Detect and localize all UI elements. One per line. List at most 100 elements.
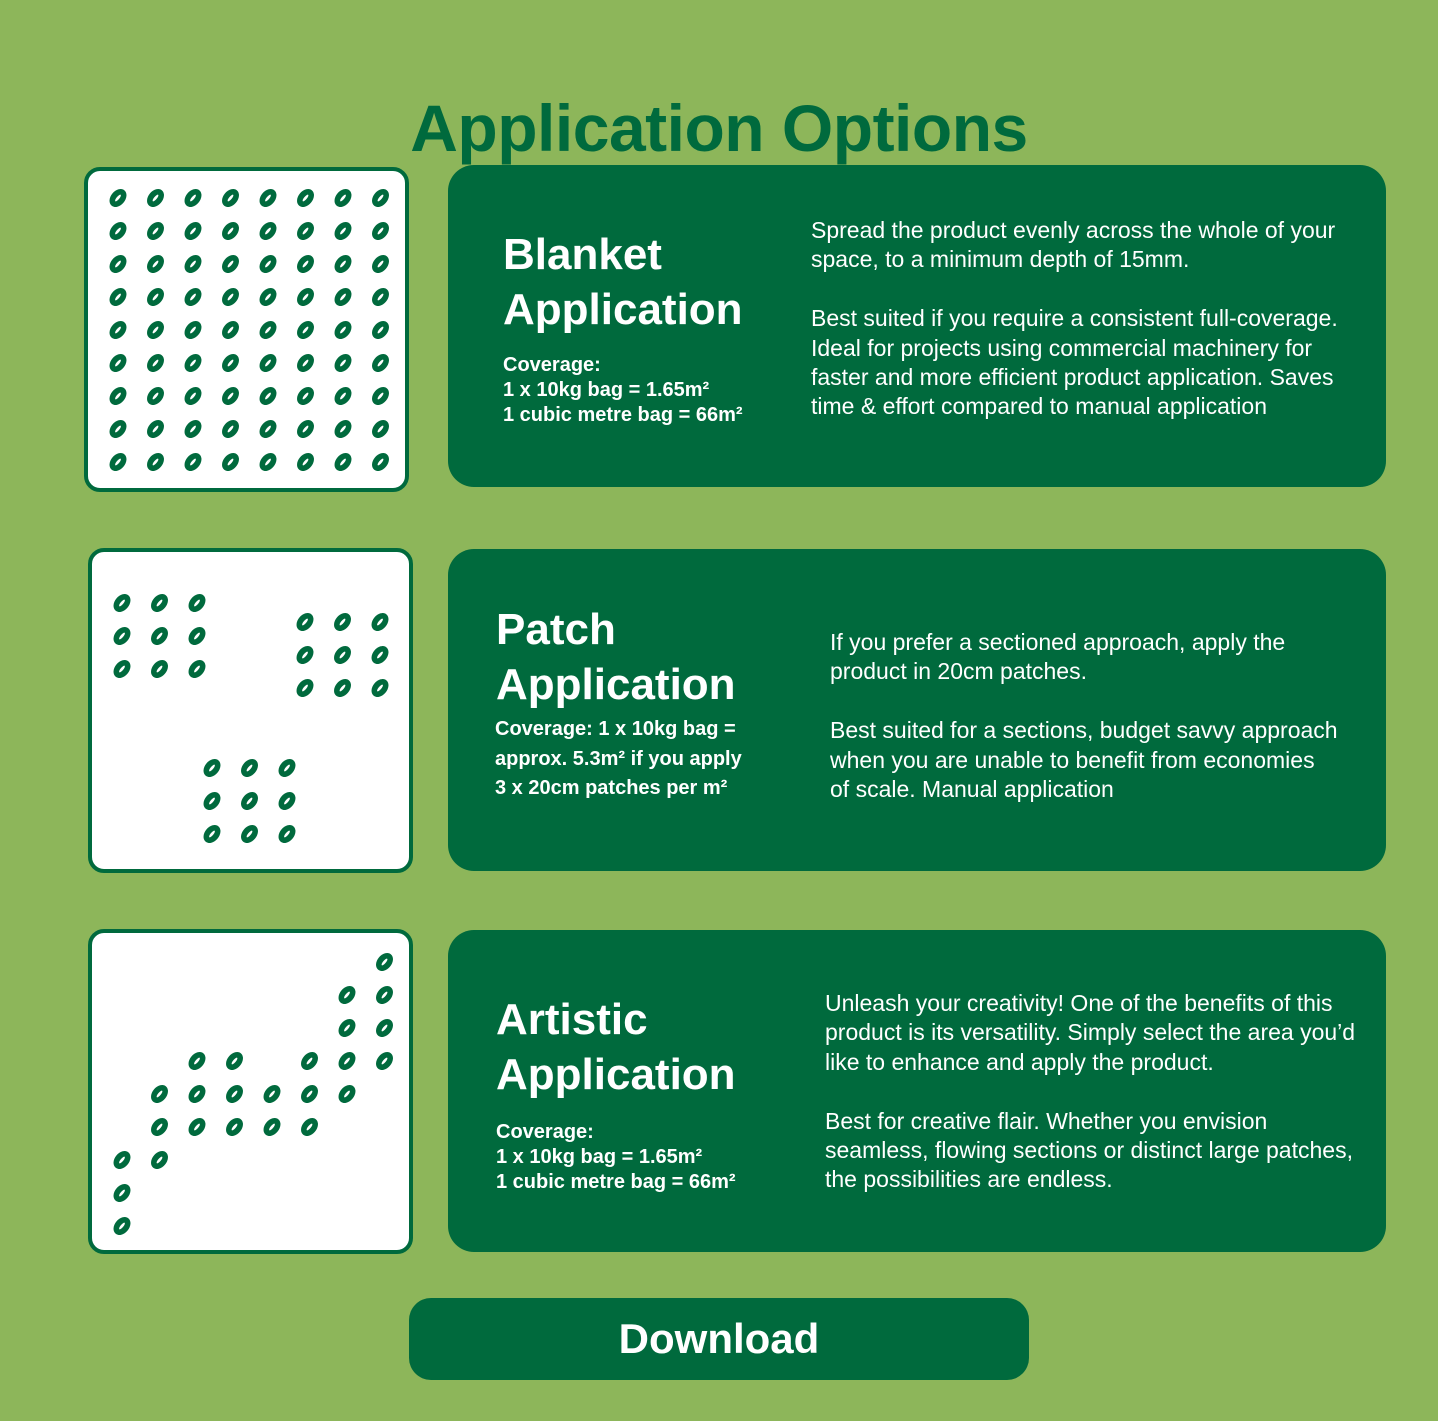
seed-icon bbox=[296, 646, 314, 664]
seed-icon bbox=[113, 1184, 131, 1202]
coverage-info: Coverage: 1 x 10kg bag = 1.65m² 1 cubic … bbox=[503, 353, 743, 428]
seed-icon bbox=[259, 255, 277, 273]
seed-icon bbox=[113, 660, 131, 678]
seed-icon bbox=[334, 288, 352, 306]
seed-icon bbox=[226, 1085, 243, 1103]
coverage-info: Coverage: 1 x 10kg bag = approx. 5.3m² i… bbox=[495, 715, 742, 804]
seed-icon bbox=[109, 387, 127, 405]
seed-icon bbox=[372, 420, 389, 438]
seed-icon bbox=[241, 759, 258, 777]
seed-icon bbox=[278, 792, 296, 810]
option-card-artistic: Artistic Application Coverage: 1 x 10kg … bbox=[448, 930, 1386, 1252]
option-heading: Artistic Application bbox=[496, 992, 736, 1102]
seed-icon bbox=[109, 453, 127, 471]
coverage-line: 1 cubic metre bag = 66m² bbox=[503, 404, 743, 426]
seed-icon bbox=[372, 453, 389, 471]
seed-icon bbox=[338, 1019, 356, 1037]
seed-icon bbox=[113, 627, 131, 645]
seed-icon bbox=[147, 189, 164, 207]
seed-icon bbox=[259, 420, 277, 438]
seed-icon bbox=[338, 1085, 356, 1103]
seed-grid bbox=[113, 594, 389, 843]
seed-icon bbox=[297, 354, 314, 372]
seed-icon bbox=[184, 222, 202, 240]
seed-icon bbox=[113, 1217, 131, 1235]
coverage-line: 1 x 10kg bag = 1.65m² bbox=[503, 379, 710, 401]
seed-icon bbox=[188, 1118, 206, 1136]
seed-icon bbox=[241, 792, 258, 810]
seed-icon bbox=[109, 288, 127, 306]
seed-icon bbox=[259, 387, 277, 405]
seed-icon bbox=[297, 189, 314, 207]
seed-icon bbox=[371, 613, 389, 631]
seed-icon bbox=[334, 354, 352, 372]
seed-icon bbox=[151, 594, 168, 612]
download-button[interactable]: Download bbox=[409, 1298, 1029, 1380]
seed-icon bbox=[259, 222, 277, 240]
seed-icon bbox=[259, 321, 277, 339]
coverage-line: Coverage: bbox=[503, 354, 601, 376]
seed-icon bbox=[203, 792, 221, 810]
seed-icon bbox=[147, 453, 164, 471]
seed-icon bbox=[147, 288, 164, 306]
description-paragraph: Unleash your creativity! One of the bene… bbox=[825, 990, 1356, 1075]
option-description: If you prefer a sectioned approach, appl… bbox=[830, 628, 1340, 804]
seed-icon bbox=[109, 354, 127, 372]
seed-icon bbox=[226, 1118, 243, 1136]
heading-line: Application bbox=[496, 660, 736, 709]
heading-line: Application bbox=[496, 1050, 736, 1099]
seed-icon bbox=[334, 255, 352, 273]
seed-icon bbox=[259, 354, 277, 372]
seed-icon bbox=[372, 189, 389, 207]
option-description: Unleash your creativity! One of the bene… bbox=[825, 989, 1370, 1195]
seed-icon bbox=[259, 453, 277, 471]
patch-illustration bbox=[88, 548, 413, 873]
seed-icon bbox=[259, 288, 277, 306]
coverage-line: Coverage: bbox=[496, 1121, 594, 1143]
seed-icon bbox=[297, 321, 314, 339]
heading-line: Blanket bbox=[503, 230, 662, 279]
seed-icon bbox=[147, 387, 164, 405]
seed-icon bbox=[222, 189, 239, 207]
seed-icon bbox=[222, 354, 239, 372]
seed-icon bbox=[372, 288, 389, 306]
page-title: Application Options bbox=[410, 91, 1028, 166]
description-paragraph: Spread the product evenly across the who… bbox=[811, 217, 1336, 273]
seed-icon bbox=[334, 222, 352, 240]
seed-icon bbox=[222, 453, 239, 471]
seed-icon bbox=[147, 420, 164, 438]
seed-icon bbox=[334, 679, 351, 697]
seed-icon bbox=[188, 660, 206, 678]
seed-icon bbox=[376, 1019, 393, 1037]
seed-icon bbox=[297, 387, 314, 405]
seed-icon bbox=[376, 986, 393, 1004]
coverage-line: 3 x 20cm patches per m² bbox=[495, 777, 728, 799]
seed-icon bbox=[188, 1085, 206, 1103]
seed-icon bbox=[222, 420, 239, 438]
seed-icon bbox=[376, 953, 393, 971]
heading-line: Application bbox=[503, 285, 743, 334]
seed-icon bbox=[278, 825, 296, 843]
seed-icon bbox=[226, 1052, 243, 1070]
blanket-illustration bbox=[84, 167, 409, 492]
seed-icon bbox=[301, 1118, 318, 1136]
seed-icon bbox=[147, 321, 164, 339]
coverage-line: approx. 5.3m² if you apply bbox=[495, 747, 742, 770]
seed-icon bbox=[296, 613, 314, 631]
seed-icon bbox=[376, 1052, 393, 1070]
seed-icon bbox=[222, 387, 239, 405]
seed-icon bbox=[147, 255, 164, 273]
option-description: Spread the product evenly across the who… bbox=[811, 216, 1356, 422]
seed-icon bbox=[113, 594, 131, 612]
seed-icon bbox=[371, 679, 389, 697]
seed-icon bbox=[297, 420, 314, 438]
seed-icon bbox=[259, 189, 277, 207]
seed-icon bbox=[184, 255, 202, 273]
description-paragraph: Best suited if you require a consistent … bbox=[811, 305, 1338, 420]
seed-icon bbox=[263, 1085, 281, 1103]
seed-icon bbox=[109, 189, 127, 207]
heading-line: Artistic bbox=[496, 995, 648, 1044]
seed-icon bbox=[184, 354, 202, 372]
seed-icon bbox=[334, 646, 351, 664]
seed-icon bbox=[301, 1085, 318, 1103]
